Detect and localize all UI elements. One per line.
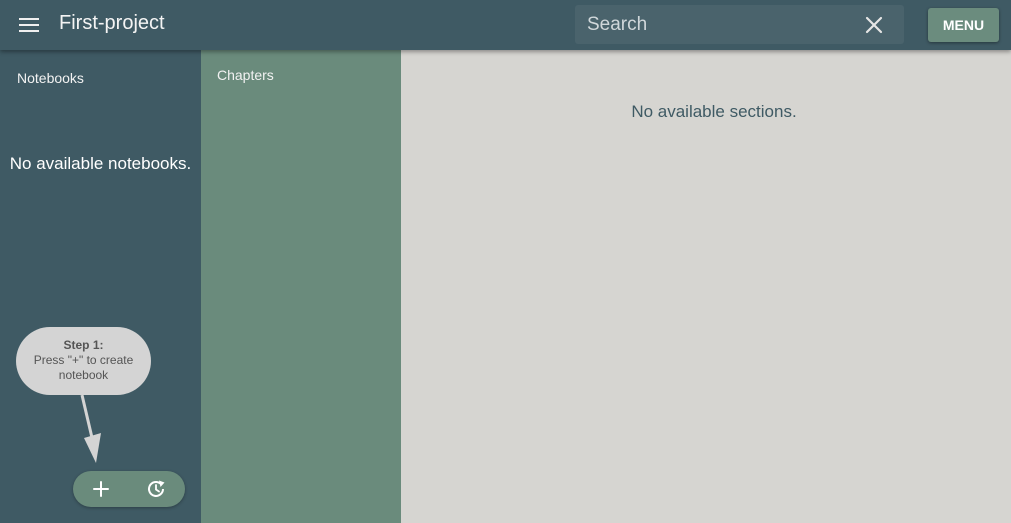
plus-icon[interactable] — [91, 479, 111, 499]
onboarding-tooltip: Step 1: Press "+" to create notebook — [16, 327, 151, 395]
search-input[interactable] — [575, 5, 865, 44]
tooltip-title: Step 1: — [63, 338, 104, 352]
menu-button[interactable]: MENU — [928, 8, 999, 42]
tooltip-text: Press "+" to create notebook — [33, 353, 134, 382]
chapters-label: Chapters — [217, 67, 274, 83]
fab-bar — [73, 471, 185, 507]
close-icon[interactable] — [864, 14, 884, 36]
sections-pane: No available sections. — [401, 50, 1011, 523]
sections-empty-message: No available sections. — [631, 102, 797, 121]
search-box — [575, 5, 904, 44]
hamburger-icon[interactable] — [19, 16, 39, 34]
chapters-pane: Chapters — [201, 50, 401, 523]
app-title: First-project — [59, 12, 165, 34]
history-icon[interactable] — [146, 479, 168, 499]
notebooks-pane: Notebooks No available notebooks. — [0, 50, 201, 523]
app-toolbar: First-project MENU — [0, 0, 1011, 50]
notebooks-empty-message: No available notebooks. — [9, 154, 192, 173]
notebooks-label: Notebooks — [17, 70, 84, 86]
